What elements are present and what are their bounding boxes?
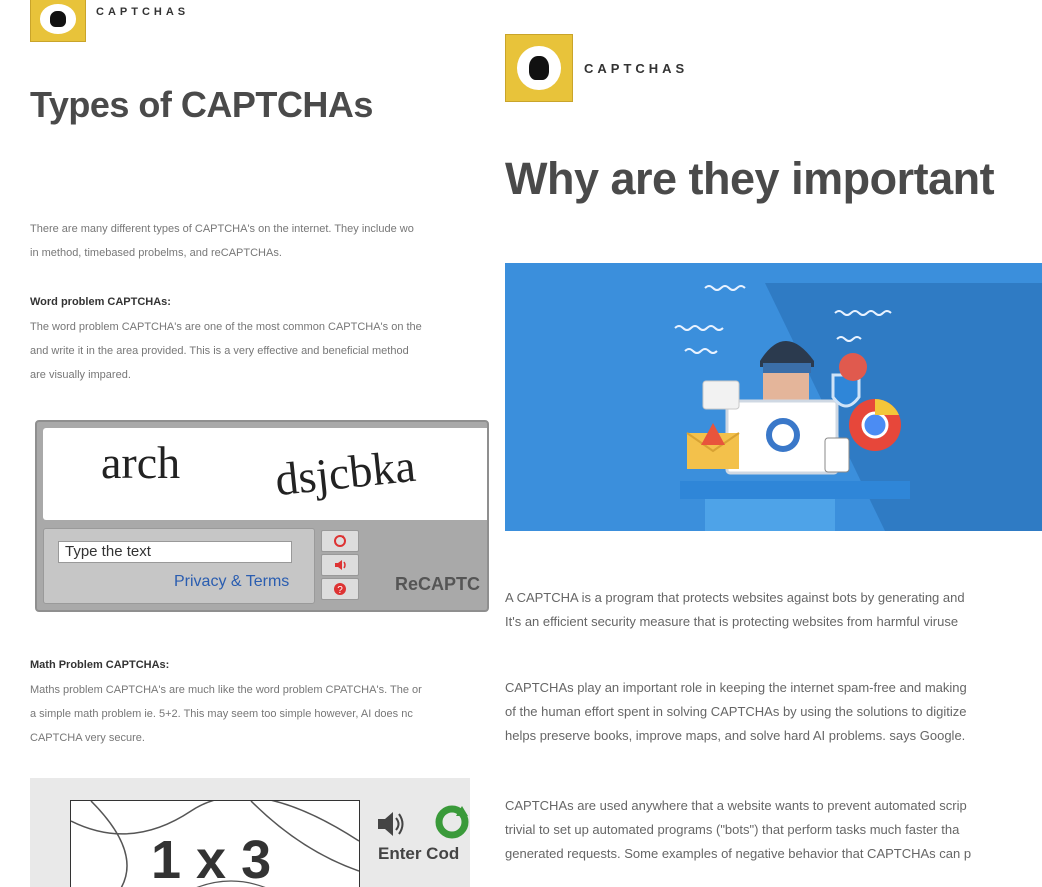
p3-line-3: generated requests. Some examples of neg… — [505, 846, 972, 861]
right-page-title: Why are they important — [505, 153, 995, 204]
recycle-icon[interactable] — [434, 804, 470, 840]
p2-line-3: helps preserve books, improve maps, and … — [505, 728, 966, 743]
help-icon: ? — [334, 583, 346, 596]
audio-button[interactable] — [321, 554, 359, 576]
math-line-3: CAPTCHA very secure. — [30, 732, 145, 744]
math-line-1: Maths problem CAPTCHA's are much like th… — [30, 684, 422, 696]
word-line-3: are visually impared. — [30, 369, 131, 381]
recaptcha-widget: arch dsjcbka Type the text Privacy & Ter… — [35, 420, 489, 612]
math-captcha-image: 1 x 3 — [70, 800, 360, 887]
enter-code-label: Enter Cod — [378, 844, 460, 863]
math-problem-heading: Math Problem CAPTCHAs: — [30, 659, 170, 671]
math-captcha-widget: 1 x 3 Enter Cod — [30, 778, 470, 887]
left-page-title: Types of CAPTCHAs — [30, 84, 373, 125]
left-intro: There are many different types of CAPTCH… — [30, 217, 470, 265]
svg-text:?: ? — [337, 585, 343, 596]
intro-line-1: There are many different types of CAPTCH… — [30, 223, 414, 235]
math-line-2: a simple math problem ie. 5+2. This may … — [30, 708, 413, 720]
p2-line-1: CAPTCHAs play an important role in keepi… — [505, 680, 967, 695]
speaker-icon[interactable] — [376, 810, 406, 838]
p3-line-2: trivial to set up automated programs ("b… — [505, 822, 960, 837]
right-paragraph-1: A CAPTCHA is a program that protects web… — [505, 586, 1042, 634]
word-problem-text: The word problem CAPTCHA's are one of th… — [30, 315, 470, 387]
captcha-word-1: arch — [101, 437, 181, 488]
recaptcha-challenge-image: arch dsjcbka — [43, 428, 487, 520]
p2-line-2: of the human effort spent in solving CAP… — [505, 704, 967, 719]
recaptcha-brand: ReCAPTC — [395, 574, 481, 594]
privacy-terms-link[interactable]: Privacy & Terms — [174, 573, 289, 591]
audio-icon — [335, 560, 346, 570]
recaptcha-text-input[interactable]: Type the text — [58, 541, 292, 563]
right-logo — [505, 34, 573, 102]
math-expression: 1 x 3 — [151, 830, 272, 887]
refresh-icon — [334, 535, 346, 547]
recaptcha-input-panel: Type the text Privacy & Terms — [43, 528, 315, 604]
word-line-1: The word problem CAPTCHA's are one of th… — [30, 321, 422, 333]
left-brand: CAPTCHAS — [96, 6, 190, 18]
word-problem-heading: Word problem CAPTCHAs: — [30, 296, 171, 308]
help-button[interactable]: ? — [321, 578, 359, 600]
p1-line-2: It's an efficient security measure that … — [505, 614, 959, 629]
hacker-illustration — [674, 283, 1042, 531]
p3-line-1: CAPTCHAs are used anywhere that a websit… — [505, 798, 967, 813]
right-paragraph-3: CAPTCHAs are used anywhere that a websit… — [505, 794, 1042, 866]
hero-illustration — [505, 263, 1042, 531]
right-brand: CAPTCHAS — [584, 61, 689, 76]
p1-line-1: A CAPTCHA is a program that protects web… — [505, 590, 965, 605]
captcha-word-2: dsjcbka — [272, 439, 418, 506]
word-line-2: and write it in the area provided. This … — [30, 345, 409, 357]
left-logo — [30, 0, 86, 42]
intro-line-2: in method, timebased probelms, and reCAP… — [30, 247, 282, 259]
refresh-button[interactable] — [321, 530, 359, 552]
math-problem-text: Maths problem CAPTCHA's are much like th… — [30, 678, 470, 750]
right-paragraph-2: CAPTCHAs play an important role in keepi… — [505, 676, 1042, 748]
